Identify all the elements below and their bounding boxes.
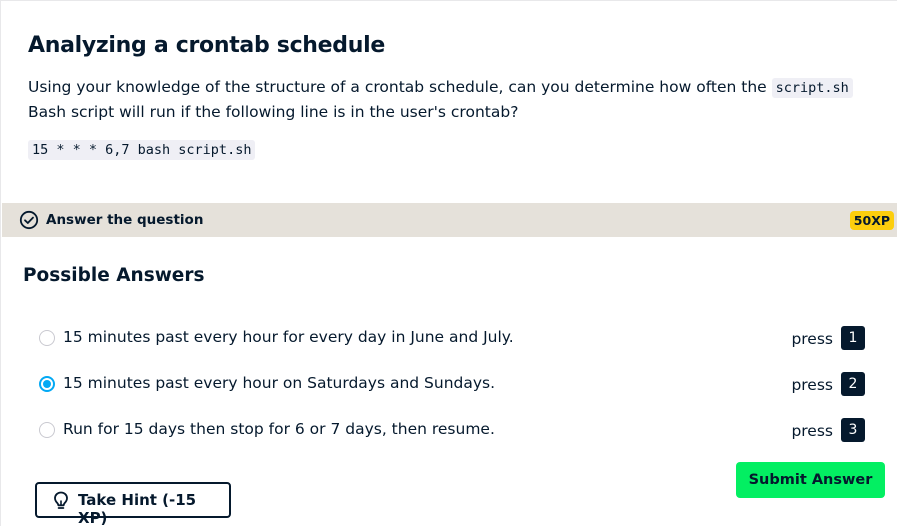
submit-answer-button[interactable]: Submit Answer <box>736 462 885 498</box>
answer-option-1[interactable]: 15 minutes past every hour for every day… <box>31 323 867 353</box>
answer-option-2[interactable]: 15 minutes past every hour on Saturdays … <box>31 369 867 399</box>
shortcut-key: 3 <box>841 418 865 442</box>
radio-button[interactable] <box>39 422 55 438</box>
xp-badge: 50XP <box>849 211 894 230</box>
radio-button-selected[interactable] <box>39 376 55 392</box>
question-bar: Answer the question 50XP <box>2 203 897 237</box>
press-label: press <box>791 330 833 348</box>
exercise-title: Analyzing a crontab schedule <box>28 33 385 58</box>
check-circle-icon <box>19 210 39 230</box>
lightbulb-icon <box>54 491 68 509</box>
press-label: press <box>791 422 833 440</box>
inline-code-script: script.sh <box>771 78 853 98</box>
crontab-code-line: 15 * * * 6,7 bash script.sh <box>28 140 256 160</box>
press-label: press <box>791 376 833 394</box>
take-hint-button[interactable]: Take Hint (-15 XP) <box>35 482 231 527</box>
possible-answers-title: Possible Answers <box>23 265 205 286</box>
take-hint-label: Take Hint (-15 XP) <box>78 491 197 527</box>
answer-text: Run for 15 days then stop for 6 or 7 day… <box>63 420 495 438</box>
description-text-1: Using your knowledge of the structure of… <box>28 78 772 96</box>
description-text-2: Bash script will run if the following li… <box>28 103 519 121</box>
radio-button[interactable] <box>39 330 55 346</box>
exercise-description: Using your knowledge of the structure of… <box>28 75 878 124</box>
answer-text: 15 minutes past every hour on Saturdays … <box>63 374 496 392</box>
answer-text: 15 minutes past every hour for every day… <box>63 328 514 346</box>
exercise-panel: Analyzing a crontab schedule Using your … <box>0 0 897 527</box>
question-bar-label: Answer the question <box>46 212 204 228</box>
shortcut-key: 2 <box>841 372 865 396</box>
answer-option-3[interactable]: Run for 15 days then stop for 6 or 7 day… <box>31 415 867 445</box>
shortcut-key: 1 <box>841 326 865 350</box>
